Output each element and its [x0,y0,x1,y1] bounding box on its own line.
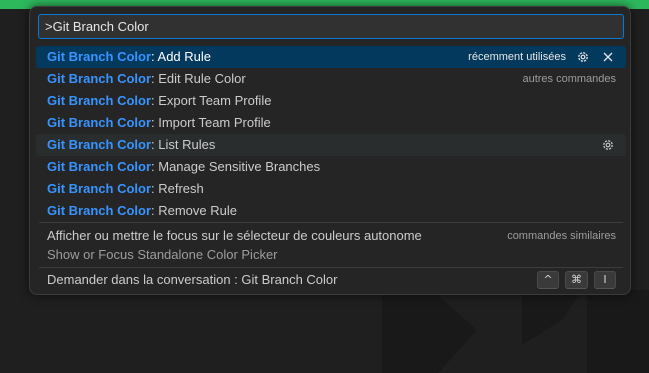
command-item-manage-sensitive-branches[interactable]: Git Branch Color: Manage Sensitive Branc… [36,156,626,178]
key-ctrl: ^ [537,271,559,289]
key-i: I [594,271,616,289]
command-item-refresh[interactable]: Git Branch Color: Refresh [36,178,626,200]
close-icon[interactable] [600,49,616,65]
command-item-list-rules[interactable]: Git Branch Color: List Rules [36,134,626,156]
command-prefix: Git Branch Color [47,203,152,218]
group-label-recent: récemment utilisées [468,51,566,63]
gear-icon[interactable] [600,137,616,153]
command-search-input[interactable] [38,14,624,39]
command-label: : Refresh [151,181,204,196]
command-item-remove-rule[interactable]: Git Branch Color: Remove Rule [36,200,626,222]
command-prefix: Git Branch Color [47,159,152,174]
group-label-other: autres commandes [522,73,616,85]
command-prefix: Git Branch Color [47,49,152,64]
command-prefix: Git Branch Color [47,137,152,152]
separator [39,267,623,268]
command-label: : Add Rule [151,49,212,64]
command-label: : Manage Sensitive Branches [151,159,321,174]
key-cmd: ⌘ [565,271,588,289]
command-item-add-rule[interactable]: Git Branch Color: Add Rule récemment uti… [36,46,626,68]
command-item-edit-rule-color[interactable]: Git Branch Color: Edit Rule Color autres… [36,68,626,90]
command-list: Git Branch Color: Add Rule récemment uti… [36,46,626,291]
command-item-ask-chat[interactable]: Demander dans la conversation : Git Bran… [36,269,626,291]
command-label: Demander dans la conversation : Git Bran… [47,272,338,287]
command-prefix: Git Branch Color [47,181,152,196]
group-label-similar: commandes similaires [507,229,616,242]
command-palette: Git Branch Color: Add Rule récemment uti… [29,6,631,295]
command-label: : Import Team Profile [151,115,271,130]
command-item-import-team-profile[interactable]: Git Branch Color: Import Team Profile [36,112,626,134]
gear-icon[interactable] [575,49,591,65]
vscode-logo-watermark [372,290,649,373]
command-label: : Export Team Profile [151,93,272,108]
command-label: : Edit Rule Color [151,71,246,86]
command-label: : List Rules [151,137,216,152]
command-prefix: Git Branch Color [47,115,152,130]
command-detail: Show or Focus Standalone Color Picker [47,247,278,262]
command-item-color-picker[interactable]: Afficher ou mettre le focus sur le sélec… [36,223,626,267]
command-prefix: Git Branch Color [47,71,152,86]
command-item-export-team-profile[interactable]: Git Branch Color: Export Team Profile [36,90,626,112]
command-prefix: Git Branch Color [47,93,152,108]
command-label: : Remove Rule [151,203,237,218]
keybinding: ^ ⌘ I [537,271,616,289]
